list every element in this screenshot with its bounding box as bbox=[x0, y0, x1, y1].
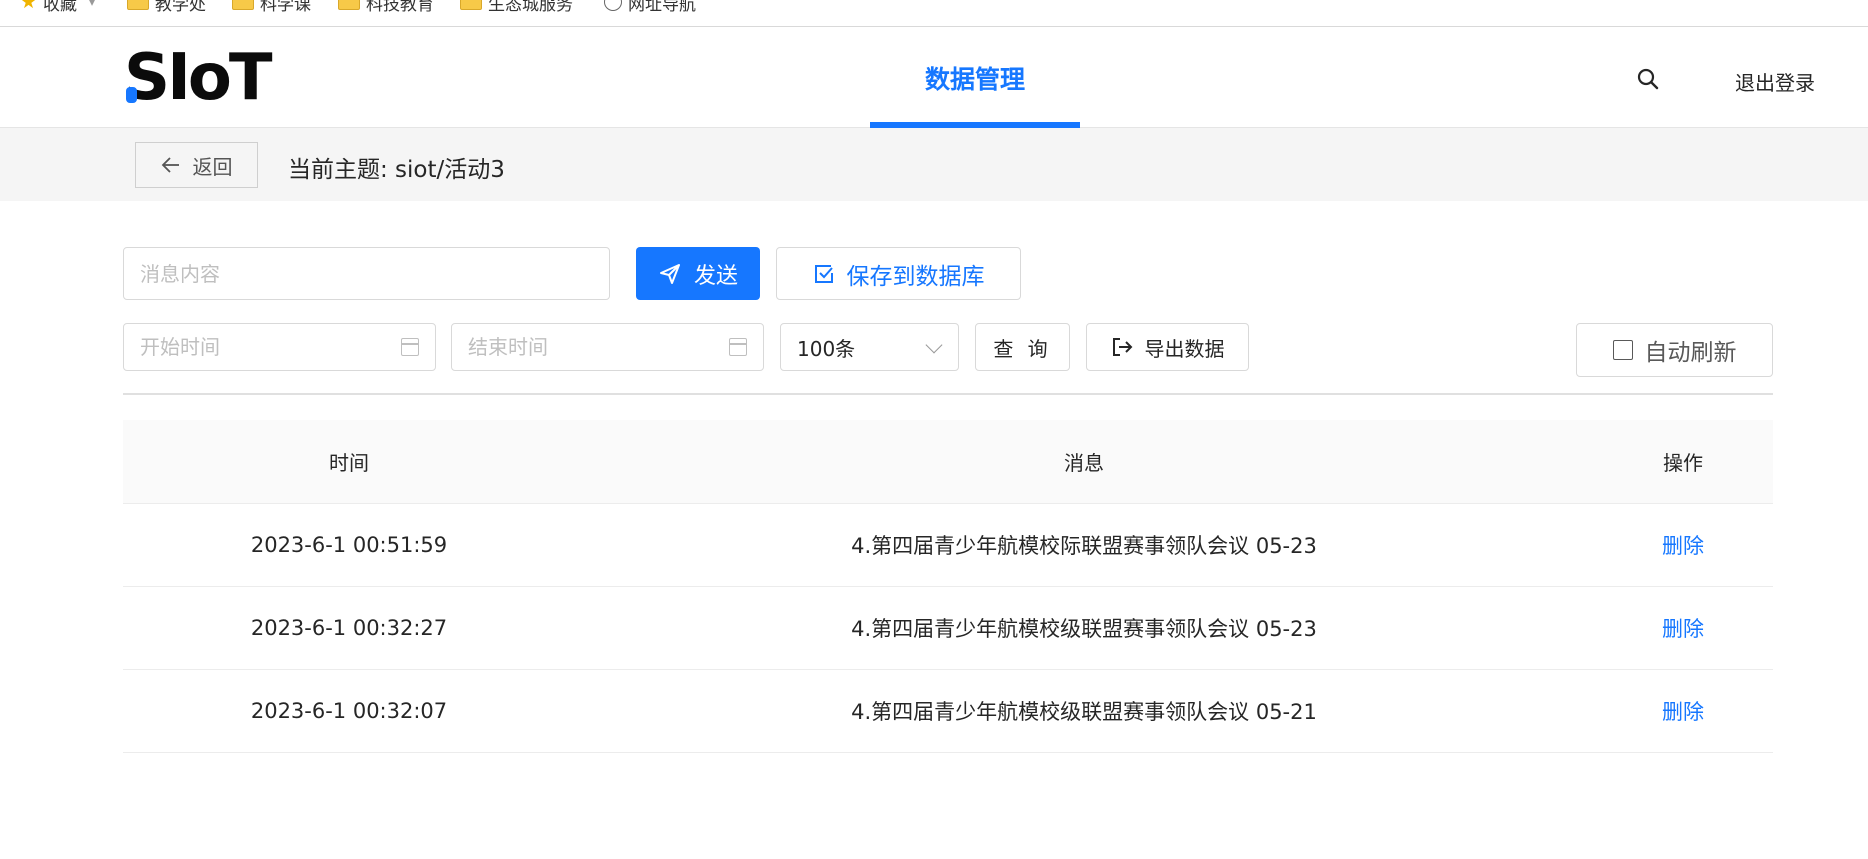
cell-time: 2023-6-1 00:32:27 bbox=[250, 616, 448, 640]
column-header-action: 操作 bbox=[1663, 451, 1703, 475]
bookmarks-bar: ★ 收藏 ▾ 教学处 科学课 科技教育 生态城服务 网址导航 bbox=[0, 0, 1868, 27]
table-row: 2023-6-1 00:51:59 4.第四届青少年航模校际联盟赛事领队会议 0… bbox=[123, 504, 1773, 587]
star-icon: ★ bbox=[20, 0, 38, 13]
bookmark-folder[interactable]: 科学课 bbox=[232, 0, 311, 15]
delete-link[interactable]: 删除 bbox=[1662, 700, 1704, 724]
arrow-left-icon bbox=[161, 157, 179, 173]
table-row: 2023-6-1 00:32:07 4.第四届青少年航模校级联盟赛事领队会议 0… bbox=[123, 670, 1773, 753]
calendar-icon bbox=[401, 338, 419, 356]
cell-time: 2023-6-1 00:32:07 bbox=[250, 699, 448, 723]
send-icon bbox=[659, 263, 680, 284]
globe-icon bbox=[604, 0, 622, 11]
end-time-wrapper bbox=[451, 323, 764, 371]
limit-select[interactable]: 100条 bbox=[780, 323, 959, 371]
column-header-time: 时间 bbox=[329, 451, 369, 475]
save-to-database-button[interactable]: 保存到数据库 bbox=[776, 247, 1021, 300]
checkbox-icon[interactable] bbox=[1612, 340, 1633, 360]
chevron-down-icon: ▾ bbox=[89, 0, 96, 9]
back-button[interactable]: 返回 bbox=[135, 142, 258, 188]
chevron-down-icon bbox=[925, 336, 943, 354]
message-input[interactable] bbox=[140, 261, 609, 286]
cell-message: 4.第四届青少年航模校际联盟赛事领队会议 05-23 bbox=[851, 534, 1317, 558]
start-time-input[interactable] bbox=[140, 335, 435, 359]
nav-tab-data-management[interactable]: 数据管理 bbox=[870, 27, 1080, 128]
auto-refresh-toggle[interactable]: 自动刷新 bbox=[1576, 323, 1773, 377]
bookmark-favorites[interactable]: ★ 收藏 ▾ bbox=[20, 0, 96, 15]
page-title: 当前主题: siot/活动3 bbox=[288, 157, 505, 183]
checkbox-checked-icon bbox=[814, 264, 833, 283]
start-time-wrapper bbox=[123, 323, 436, 371]
calendar-icon bbox=[729, 338, 747, 356]
delete-link[interactable]: 删除 bbox=[1662, 617, 1704, 641]
export-icon bbox=[1112, 338, 1132, 356]
cell-time: 2023-6-1 00:51:59 bbox=[250, 533, 448, 557]
topic-bar: 返回 当前主题: siot/活动3 bbox=[0, 128, 1868, 201]
cell-message: 4.第四届青少年航模校级联盟赛事领队会议 05-23 bbox=[851, 617, 1317, 641]
bookmark-folder[interactable]: 教学处 bbox=[127, 0, 206, 15]
app-header: SIoT 数据管理 退出登录 bbox=[0, 27, 1868, 128]
folder-icon bbox=[232, 0, 254, 10]
column-header-message: 消息 bbox=[1064, 451, 1104, 475]
cell-message: 4.第四届青少年航模校级联盟赛事领队会议 05-21 bbox=[851, 700, 1317, 724]
table-header: 时间 消息 操作 bbox=[123, 420, 1773, 504]
table-row: 2023-6-1 00:32:27 4.第四届青少年航模校级联盟赛事领队会议 0… bbox=[123, 587, 1773, 670]
bookmark-folder[interactable]: 科技教育 bbox=[338, 0, 434, 15]
bookmark-folder[interactable]: 生态城服务 bbox=[460, 0, 573, 15]
logo-accent-mark bbox=[126, 87, 137, 103]
logo[interactable]: SIoT bbox=[124, 46, 273, 110]
message-input-wrapper bbox=[123, 247, 610, 300]
search-icon bbox=[1637, 68, 1659, 90]
data-table: 时间 消息 操作 2023-6-1 00:51:59 4.第四届青少年航模校际联… bbox=[123, 420, 1773, 753]
delete-link[interactable]: 删除 bbox=[1662, 534, 1704, 558]
logout-link[interactable]: 退出登录 bbox=[1735, 67, 1815, 96]
folder-icon bbox=[460, 0, 482, 10]
end-time-input[interactable] bbox=[468, 335, 763, 359]
bookmark-link[interactable]: 网址导航 bbox=[604, 0, 696, 15]
query-button[interactable]: 查 询 bbox=[975, 323, 1070, 371]
divider bbox=[123, 393, 1773, 395]
export-data-button[interactable]: 导出数据 bbox=[1086, 323, 1249, 371]
folder-icon bbox=[127, 0, 149, 10]
folder-icon bbox=[338, 0, 360, 10]
search-button[interactable] bbox=[1626, 57, 1670, 101]
send-button[interactable]: 发送 bbox=[636, 247, 760, 300]
